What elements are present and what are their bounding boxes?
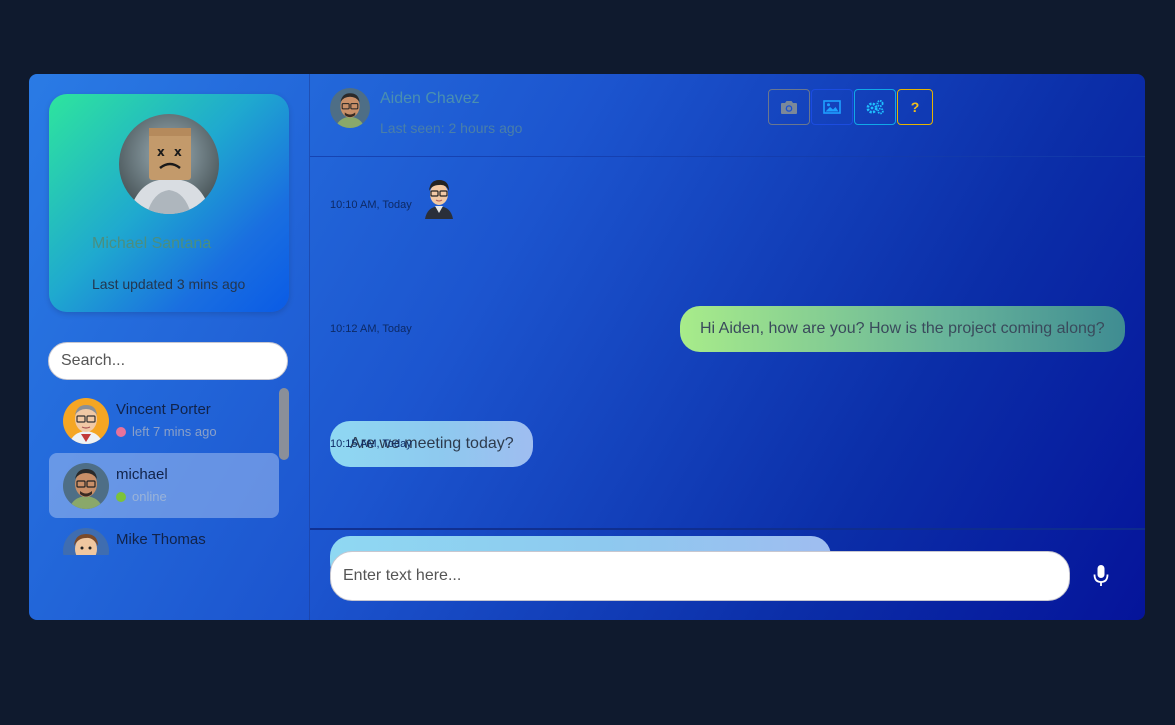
- message-time: 10:12 AM, Today: [330, 323, 412, 335]
- microphone-button[interactable]: [1090, 562, 1112, 590]
- chat-partner-last-seen: Last seen: 2 hours ago: [380, 120, 523, 136]
- contact-name: Mike Thomas: [116, 531, 206, 548]
- profile-name: Michael Santana: [92, 235, 212, 252]
- chat-partner-name: Aiden Chavez: [380, 90, 480, 107]
- contact-mike-thomas[interactable]: Mike Thomas: [49, 518, 279, 555]
- contact-list: Vincent Porter left 7 mins ago michael o…: [49, 388, 299, 555]
- message-time: 10:15 AM, Today: [330, 438, 412, 450]
- help-button[interactable]: ?: [897, 89, 933, 125]
- sidebar: x x Michael Santana Last updated 3 mins …: [29, 74, 310, 620]
- status-dot-online-icon: [116, 492, 126, 502]
- avatar: [63, 463, 109, 509]
- avatar: [63, 398, 109, 444]
- svg-text:x: x: [157, 145, 165, 159]
- contact-status: left 7 mins ago: [116, 424, 217, 439]
- contact-vincent-porter[interactable]: Vincent Porter left 7 mins ago: [49, 388, 279, 453]
- svg-text:x: x: [174, 145, 182, 159]
- profile-avatar[interactable]: x x: [119, 114, 219, 214]
- contact-list-scrollbar[interactable]: [279, 388, 289, 460]
- contact-status: online: [116, 489, 167, 504]
- image-button[interactable]: [811, 89, 853, 125]
- profile-card: x x Michael Santana Last updated 3 mins …: [49, 94, 289, 312]
- message-composer: [310, 528, 1145, 620]
- question-icon: ?: [910, 99, 920, 115]
- chat-partner-avatar[interactable]: [330, 88, 370, 128]
- camera-icon: [781, 100, 797, 114]
- contact-name: michael: [116, 466, 168, 483]
- avatar: [63, 528, 109, 555]
- settings-button[interactable]: [854, 89, 896, 125]
- message-bubble-sent[interactable]: Hi Aiden, how are you? How is the projec…: [680, 306, 1125, 352]
- contact-name: Vincent Porter: [116, 401, 211, 418]
- message-input[interactable]: [330, 551, 1070, 601]
- message-time: 10:10 AM, Today: [330, 199, 412, 211]
- camera-button[interactable]: [768, 89, 810, 125]
- contact-status-text: left 7 mins ago: [132, 424, 217, 439]
- contact-michael[interactable]: michael online: [49, 453, 279, 518]
- cogs-icon: [866, 100, 884, 115]
- profile-last-updated: Last updated 3 mins ago: [92, 276, 246, 292]
- search-input[interactable]: [48, 342, 288, 380]
- chat-app: x x Michael Santana Last updated 3 mins …: [29, 74, 1145, 620]
- message-history: 10:10 AM, Today Hi Aiden, how are you? H…: [310, 157, 1145, 582]
- sender-avatar: [421, 177, 457, 219]
- contact-status-text: online: [132, 489, 167, 504]
- chat-header: Aiden Chavez Last seen: 2 hours ago ?: [310, 74, 1145, 157]
- image-icon: [823, 100, 841, 114]
- status-dot-offline-icon: [116, 427, 126, 437]
- microphone-icon: [1093, 565, 1109, 586]
